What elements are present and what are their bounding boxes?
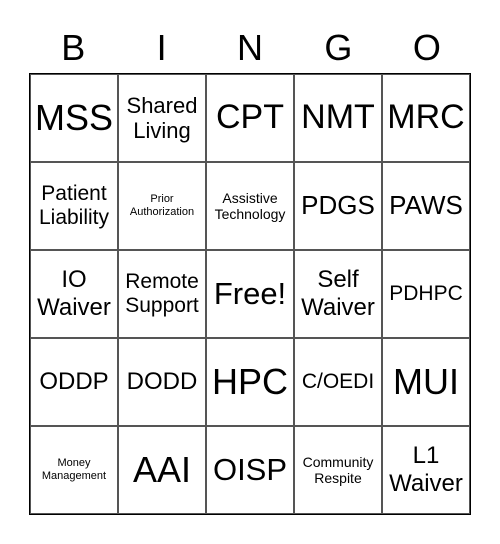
bingo-cell[interactable]: PDGS [294,162,382,250]
bingo-cell[interactable]: PAWS [382,162,470,250]
bingo-cell[interactable]: HPC [206,338,294,426]
bingo-header: B I N G O [29,24,471,72]
bingo-cell[interactable]: Assistive Technology [206,162,294,250]
bingo-cell[interactable]: Money Management [30,426,118,514]
bingo-cell[interactable]: L1 Waiver [382,426,470,514]
bingo-cell[interactable]: NMT [294,74,382,162]
bingo-cell[interactable]: MUI [382,338,470,426]
bingo-cell[interactable]: DODD [118,338,206,426]
bingo-cell[interactable]: CPT [206,74,294,162]
bingo-cell[interactable]: Community Respite [294,426,382,514]
bingo-cell[interactable]: ODDP [30,338,118,426]
header-letter-b: B [61,27,86,68]
bingo-cell[interactable]: MSS [30,74,118,162]
bingo-cell[interactable]: Shared Living [118,74,206,162]
bingo-cell[interactable]: AAI [118,426,206,514]
bingo-cell[interactable]: OISP [206,426,294,514]
bingo-cell[interactable]: Prior Authorization [118,162,206,250]
bingo-cell[interactable]: C/OEDI [294,338,382,426]
header-letter-o: O [412,27,441,68]
free-space-cell[interactable]: Free! [206,250,294,338]
header-letter-n: N [237,27,264,68]
bingo-cell[interactable]: Self Waiver [294,250,382,338]
bingo-cell[interactable]: Remote Support [118,250,206,338]
bingo-cell[interactable]: IO Waiver [30,250,118,338]
header-letter-i: I [156,27,167,68]
bingo-grid: MSS Shared Living CPT NMT MRC Patient Li… [29,73,471,515]
bingo-cell[interactable]: MRC [382,74,470,162]
header-letter-g: G [324,27,353,68]
bingo-cell[interactable]: PDHPC [382,250,470,338]
bingo-cell[interactable]: Patient Liability [30,162,118,250]
